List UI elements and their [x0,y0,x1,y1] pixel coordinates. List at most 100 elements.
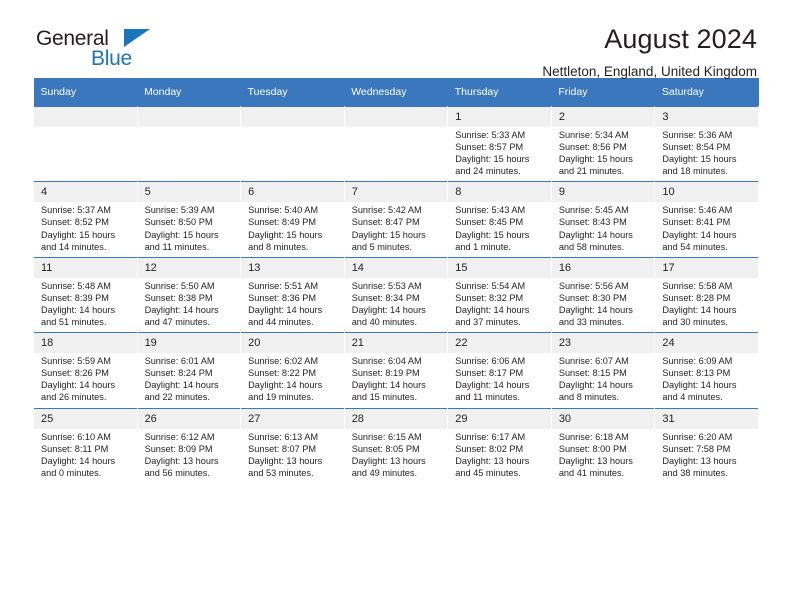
calendar-day-cell[interactable]: 10 Sunrise: 5:46 AM Sunset: 8:41 PM Dayligh… [654,181,759,258]
daylight-text-line2: and 26 minutes. [41,392,107,403]
day-number: 30 [551,408,655,429]
day-cell-inner [137,107,241,181]
calendar-day-cell[interactable]: 28 Sunrise: 6:15 AM Sunset: 8:05 PM Dayligh… [343,407,449,483]
day-sun-info: Sunrise: 6:12 AM Sunset: 8:09 PM Daylight:… [145,431,235,479]
calendar-day-cell[interactable]: 11 Sunrise: 5:48 AM Sunset: 8:39 PM Dayligh… [33,256,138,333]
calendar-day-cell[interactable]: 27 Sunrise: 6:13 AM Sunset: 8:07 PM Dayligh… [240,407,345,483]
daylight-text-line2: and 44 minutes. [248,317,314,328]
day-number: 25 [34,408,137,429]
calendar-day-cell[interactable]: 25 Sunrise: 6:10 AM Sunset: 8:11 PM Dayligh… [33,407,138,483]
daylight-text-line1: Daylight: 14 hours [144,304,219,315]
calendar-day-cell[interactable]: 16 Sunrise: 5:56 AM Sunset: 8:30 PM Dayligh… [550,256,656,333]
day-sun-info: Sunrise: 6:01 AM Sunset: 8:24 PM Daylight:… [145,355,235,403]
sunrise-text: Sunrise: 5:43 AM [455,205,526,216]
day-number: 28 [344,408,448,429]
day-cell-inner: 29 Sunrise: 6:17 AM Sunset: 8:02 PM Dayligh… [448,408,551,483]
day-cell-inner: 16 Sunrise: 5:56 AM Sunset: 8:30 PM Dayligh… [551,257,655,332]
calendar-day-cell[interactable]: 1 Sunrise: 5:33 AM Sunset: 8:57 PM Daylight… [447,105,552,182]
day-sun-info: Sunrise: 5:59 AM Sunset: 8:26 PM Daylight:… [41,355,131,403]
general-blue-logo: General Blue [33,26,165,74]
calendar-week-row: 11 Sunrise: 5:48 AM Sunset: 8:39 PM Dayligh… [33,256,759,333]
daylight-text-line1: Daylight: 15 hours [455,229,530,240]
sunrise-text: Sunrise: 5:36 AM [662,130,733,140]
calendar-day-cell[interactable]: 23 Sunrise: 6:07 AM Sunset: 8:15 PM Dayligh… [550,332,656,408]
calendar-day-cell[interactable]: 19 Sunrise: 6:01 AM Sunset: 8:24 PM Dayligh… [136,332,242,408]
sunrise-text: Sunrise: 5:48 AM [41,280,111,291]
calendar-day-cell[interactable]: 12 Sunrise: 5:50 AM Sunset: 8:38 PM Dayligh… [136,256,242,333]
logo-text-general: General [36,27,109,50]
day-cell-inner: 24 Sunrise: 6:09 AM Sunset: 8:13 PM Dayligh… [655,333,758,407]
weekday-header-saturday: Saturday [654,78,759,107]
daylight-text-line2: and 11 minutes. [455,392,520,403]
daylight-text-line1: Daylight: 14 hours [41,304,116,315]
day-number: 26 [137,408,241,429]
day-number: 2 [551,107,655,127]
day-sun-info: Sunrise: 5:45 AM Sunset: 8:43 PM Daylight:… [559,204,649,252]
sunset-text: Sunset: 8:34 PM [351,292,420,303]
calendar-day-cell[interactable]: 20 Sunrise: 6:02 AM Sunset: 8:22 PM Dayligh… [240,332,345,408]
day-cell-inner: 31 Sunrise: 6:20 AM Sunset: 7:58 PM Dayligh… [655,408,758,483]
day-cell-inner: 28 Sunrise: 6:15 AM Sunset: 8:05 PM Dayligh… [344,408,448,483]
calendar-day-cell[interactable]: 4 Sunrise: 5:37 AM Sunset: 8:52 PM Daylight… [33,181,138,258]
calendar-day-cell[interactable]: 26 Sunrise: 6:12 AM Sunset: 8:09 PM Dayligh… [136,407,242,483]
day-sun-info: Sunrise: 5:50 AM Sunset: 8:38 PM Daylight:… [145,280,235,328]
sunrise-text: Sunrise: 6:18 AM [558,431,629,442]
day-sun-info: Sunrise: 6:02 AM Sunset: 8:22 PM Daylight:… [248,355,338,403]
sunset-text: Sunset: 8:56 PM [558,142,627,153]
calendar-day-cell[interactable]: 14 Sunrise: 5:53 AM Sunset: 8:34 PM Dayligh… [343,256,449,333]
calendar-day-cell[interactable]: 8 Sunrise: 5:43 AM Sunset: 8:45 PM Daylight… [447,181,552,258]
sunset-text: Sunset: 8:38 PM [144,292,213,303]
calendar-day-cell[interactable]: 9 Sunrise: 5:45 AM Sunset: 8:43 PM Daylight… [550,181,656,258]
day-cell-inner: 7 Sunrise: 5:42 AM Sunset: 8:47 PM Daylight… [344,182,448,256]
logo-text-blue: Blue [91,47,132,70]
day-number: 17 [655,257,758,278]
daylight-text-line1: Daylight: 13 hours [144,455,219,466]
day-cell-inner: 5 Sunrise: 5:39 AM Sunset: 8:50 PM Daylight… [137,182,241,256]
calendar-day-cell[interactable]: 15 Sunrise: 5:54 AM Sunset: 8:32 PM Dayligh… [447,256,552,333]
calendar-day-cell[interactable]: 30 Sunrise: 6:18 AM Sunset: 8:00 PM Dayligh… [550,407,656,483]
calendar-day-cell[interactable]: 29 Sunrise: 6:17 AM Sunset: 8:02 PM Dayligh… [447,407,552,483]
calendar-day-cell[interactable]: 22 Sunrise: 6:06 AM Sunset: 8:17 PM Dayligh… [447,332,552,408]
calendar-day-cell[interactable]: 3 Sunrise: 5:36 AM Sunset: 8:54 PM Daylight… [654,105,759,182]
day-number: 21 [344,333,448,354]
sunrise-text: Sunrise: 6:12 AM [144,431,215,442]
calendar-day-cell[interactable]: 6 Sunrise: 5:40 AM Sunset: 8:49 PM Daylight… [240,181,345,258]
daylight-text-line1: Daylight: 15 hours [351,229,426,240]
sunset-text: Sunset: 8:07 PM [248,443,317,454]
daylight-text-line2: and 58 minutes. [558,241,625,252]
weekday-header-friday: Friday [551,78,655,107]
sunset-text: Sunset: 8:57 PM [455,142,524,153]
title-block: August 2024 Nettleton, England, United K… [542,26,759,79]
day-cell-inner: 19 Sunrise: 6:01 AM Sunset: 8:24 PM Dayligh… [137,333,241,407]
sunrise-text: Sunrise: 5:40 AM [248,205,319,216]
calendar-day-cell[interactable]: 21 Sunrise: 6:04 AM Sunset: 8:19 PM Dayligh… [343,332,449,408]
day-number: 3 [655,107,758,127]
calendar-day-cell[interactable]: 7 Sunrise: 5:42 AM Sunset: 8:47 PM Daylight… [343,181,449,258]
day-sun-info: Sunrise: 5:40 AM Sunset: 8:49 PM Daylight:… [248,204,338,252]
day-cell-inner: 1 Sunrise: 5:33 AM Sunset: 8:57 PM Daylight… [448,107,551,181]
calendar-day-cell[interactable]: 24 Sunrise: 6:09 AM Sunset: 8:13 PM Dayligh… [654,332,759,408]
daylight-text-line1: Daylight: 13 hours [558,455,633,466]
daylight-text-line1: Daylight: 14 hours [351,304,426,315]
daylight-text-line2: and 4 minutes. [662,392,723,403]
day-number: 24 [655,333,758,354]
calendar-day-cell[interactable]: 5 Sunrise: 5:39 AM Sunset: 8:50 PM Daylight… [136,181,242,258]
calendar-day-cell[interactable]: 2 Sunrise: 5:34 AM Sunset: 8:56 PM Daylight… [550,105,656,182]
calendar-day-cell[interactable]: 31 Sunrise: 6:20 AM Sunset: 7:58 PM Dayligh… [654,407,759,483]
day-number [241,107,344,127]
sunrise-text: Sunrise: 6:01 AM [144,356,215,367]
daylight-text-line1: Daylight: 14 hours [41,455,116,466]
calendar-day-cell[interactable]: 13 Sunrise: 5:51 AM Sunset: 8:36 PM Dayligh… [240,256,345,333]
calendar-week-row: 18 Sunrise: 5:59 AM Sunset: 8:26 PM Dayligh… [33,332,759,408]
day-sun-info: Sunrise: 5:39 AM Sunset: 8:50 PM Daylight:… [145,204,235,252]
sunrise-text: Sunrise: 6:06 AM [455,356,526,367]
daylight-text-line1: Daylight: 15 hours [41,229,116,240]
calendar-day-cell[interactable]: 17 Sunrise: 5:58 AM Sunset: 8:28 PM Dayligh… [654,256,759,333]
weekday-header-monday: Monday [137,78,241,107]
sunset-text: Sunset: 8:54 PM [662,142,731,153]
daylight-text-line1: Daylight: 13 hours [351,455,426,466]
sunrise-text: Sunrise: 5:39 AM [144,205,215,216]
day-sun-info: Sunrise: 6:09 AM Sunset: 8:13 PM Daylight:… [662,355,752,403]
sunrise-text: Sunrise: 5:50 AM [144,280,215,291]
calendar-day-cell[interactable]: 18 Sunrise: 5:59 AM Sunset: 8:26 PM Dayligh… [33,332,138,408]
